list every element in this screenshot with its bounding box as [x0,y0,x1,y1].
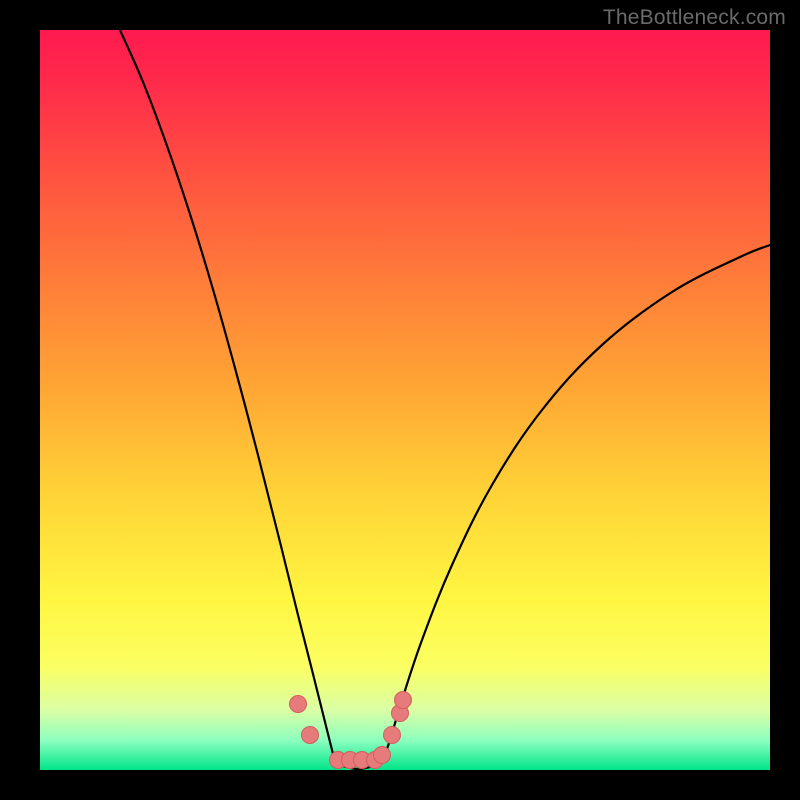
curve-left [120,30,335,762]
marker-dot [395,692,412,709]
marker-dot [374,747,391,764]
curve-right [382,245,770,762]
marker-dot [302,727,319,744]
marker-dot [290,696,307,713]
plot-area [40,30,770,770]
watermark-text: TheBottleneck.com [603,6,786,30]
marker-dot [384,727,401,744]
chart-svg [40,30,770,770]
marker-group [290,692,412,769]
chart-frame: TheBottleneck.com [0,0,800,800]
